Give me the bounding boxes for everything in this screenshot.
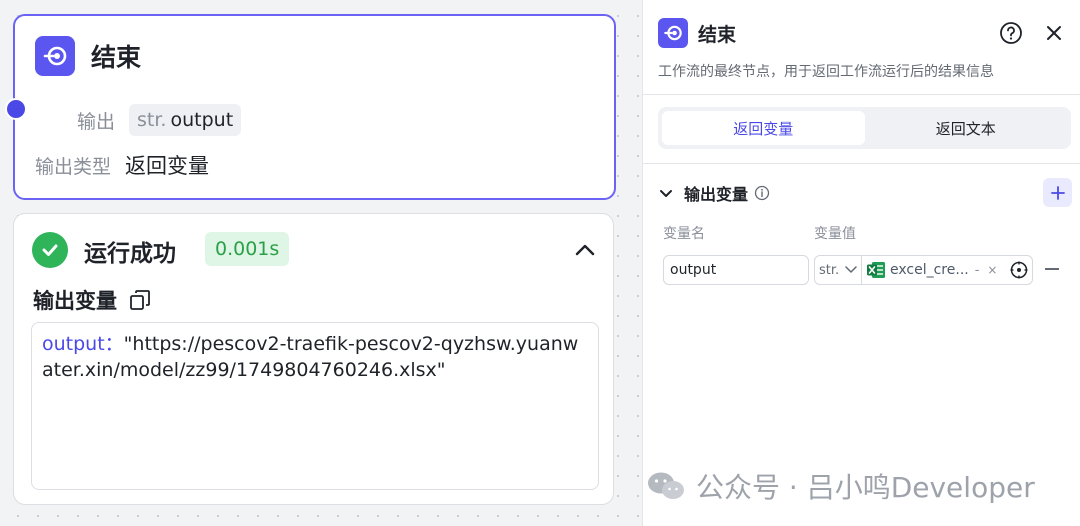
end-node-icon — [35, 36, 75, 76]
chevron-down-icon — [845, 266, 857, 273]
watermark-text: 公众号 · 吕小鸣Developer — [696, 471, 1035, 504]
col-variable-value: 变量值 — [814, 226, 856, 242]
output-section-title: 输出变量 — [33, 285, 151, 315]
node-config-panel: 结束 工作流的最终节点，用于返回工作流运行后的结果信息 返回变量 返回文本 输出… — [642, 0, 1080, 526]
variable-value-field[interactable]: str. excel_cre... - × — [814, 255, 1033, 285]
reference-label: excel_cre... — [890, 262, 969, 278]
output-json-box[interactable]: output："https://pescov2-traefik-pescov2-… — [31, 322, 599, 490]
panel-title: 结束 — [698, 24, 737, 46]
check-circle-icon — [32, 232, 68, 268]
type-select-value: str. — [819, 262, 840, 278]
output-var-name: output — [170, 109, 234, 131]
collapse-button[interactable] — [571, 236, 599, 264]
end-node-title: 结束 — [91, 43, 142, 72]
output-key: output： — [42, 333, 124, 355]
divider — [643, 163, 1080, 164]
remove-variable-button[interactable] — [1045, 268, 1059, 270]
output-var-type: str. — [137, 109, 167, 131]
remove-reference-button[interactable]: × — [987, 263, 997, 277]
target-icon[interactable] — [1010, 261, 1028, 279]
input-port[interactable] — [5, 98, 27, 120]
reference-dash: - — [974, 262, 980, 278]
output-label: 输出 — [77, 110, 116, 133]
end-node-card[interactable]: 结束 输出 str. output 输出类型 返回变量 — [5, 14, 616, 200]
add-variable-button[interactable] — [1043, 178, 1072, 207]
close-icon[interactable] — [1043, 22, 1065, 44]
reference-tag: excel_cre... - × — [866, 260, 997, 280]
tab-return-text[interactable]: 返回文本 — [865, 111, 1068, 145]
help-icon[interactable] — [999, 21, 1023, 45]
chevron-down-icon — [660, 190, 672, 197]
panel-end-icon — [658, 18, 688, 48]
watermark: 公众号 · 吕小鸣Developer — [646, 466, 1035, 506]
output-type-label: 输出类型 — [35, 155, 112, 178]
return-mode-tabs: 返回变量 返回文本 — [658, 107, 1071, 149]
divider — [643, 94, 1080, 95]
copy-icon[interactable] — [129, 289, 151, 311]
wechat-icon — [648, 472, 684, 499]
panel-description: 工作流的最终节点，用于返回工作流运行后的结果信息 — [658, 64, 994, 80]
output-var-tag: str. output — [129, 104, 242, 136]
plus-icon — [1050, 185, 1065, 200]
tab-return-variable[interactable]: 返回变量 — [662, 111, 865, 145]
output-section-label: 输出变量 — [33, 289, 117, 313]
duration-badge: 0.001s — [205, 232, 290, 266]
variable-name-input[interactable]: output — [663, 255, 809, 285]
excel-icon — [867, 262, 885, 278]
info-icon[interactable] — [754, 185, 770, 201]
type-select[interactable]: str. — [815, 256, 862, 284]
output-vars-title: 输出变量 — [684, 185, 749, 204]
output-type-value: 返回变量 — [125, 154, 210, 178]
run-status: 运行成功 — [84, 241, 176, 267]
col-variable-name: 变量名 — [663, 226, 705, 242]
run-result-card: 运行成功 0.001s 输出变量 output："https://pescov2… — [13, 213, 614, 505]
output-vars-header[interactable]: 输出变量 — [658, 181, 770, 205]
chevron-up-icon — [575, 244, 595, 256]
